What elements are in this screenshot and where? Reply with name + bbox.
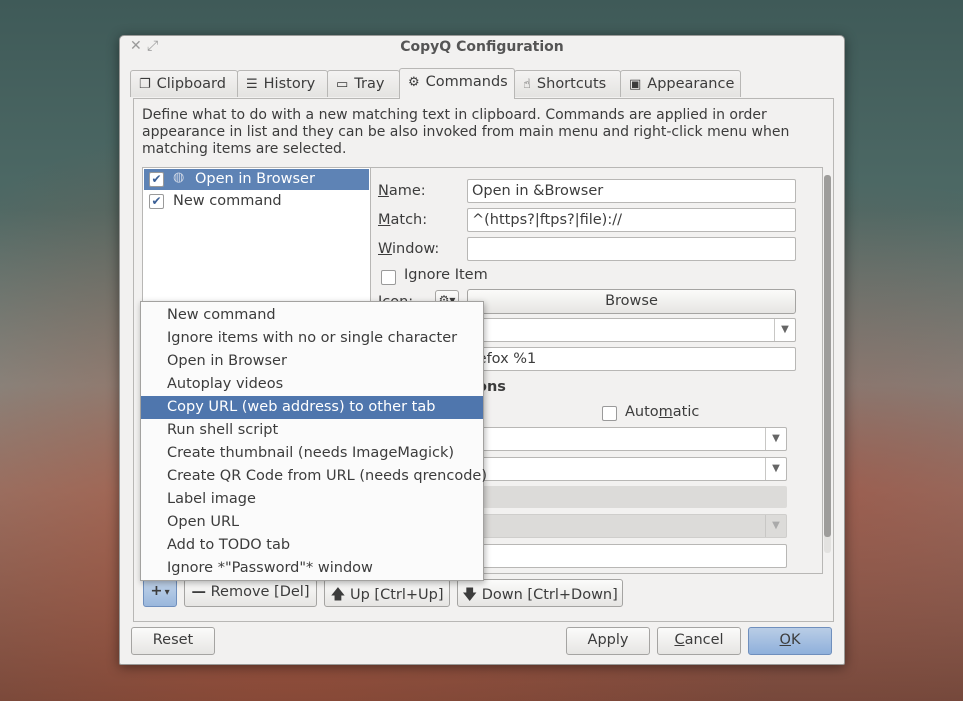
match-label: Match: [378,212,428,228]
move-up-button[interactable]: 🡅 Up [Ctrl+Up] [324,579,450,607]
chevron-down-icon: ▼ [774,319,795,341]
window-label: Window: [378,241,440,257]
shortcut-field[interactable] [467,544,787,568]
menu-item-ignore-password[interactable]: Ignore *"Password"* window [141,557,483,580]
chevron-down-icon: ▼ [765,458,786,480]
tab-appearance[interactable]: ▣ Appearance [620,70,741,97]
hand-pointer-icon: ☝ [523,77,531,92]
command-checkbox[interactable]: ✔ [149,194,164,209]
globe-icon: ◍ [173,170,185,185]
reset-button[interactable]: Reset [131,627,215,655]
clipboard-icon: ❐ [139,77,151,92]
tray-icon: ▭ [336,77,349,92]
tab-tray[interactable]: ▭ Tray [327,70,400,97]
commands-description: Define what to do with a new matching te… [142,107,790,157]
image-icon: ▣ [629,77,642,92]
command-checkbox[interactable]: ✔ [149,172,164,187]
automatic-checkbox[interactable] [602,406,617,421]
title-bar: ✕ ⤢ CopyQ Configuration [120,36,844,60]
automatic-label: Automatic [625,404,700,420]
minus-icon: — [191,584,207,600]
tab-clipboard[interactable]: ❐ Clipboard [130,70,238,97]
name-field[interactable]: Open in &Browser [467,179,796,203]
menu-item-ignore-short[interactable]: Ignore items with no or single character [141,327,483,350]
window-title: CopyQ Configuration [400,39,564,55]
apply-button[interactable]: Apply [566,627,650,655]
name-label: Name: [378,183,426,199]
tab-shortcuts[interactable]: ☝ Shortcuts [514,70,621,97]
arrow-up-icon: 🡅 [330,587,346,603]
browse-button[interactable]: Browse [467,289,796,314]
gears-icon: ⚙ [408,75,420,90]
menu-item-add-to-todo[interactable]: Add to TODO tab [141,534,483,557]
command-item-label: New command [173,193,282,209]
menu-item-label-image[interactable]: Label image [141,488,483,511]
command-item-new-command[interactable]: ✔ New command [144,191,369,212]
scrollbar-thumb[interactable] [824,175,831,537]
command-item-label: Open in Browser [195,171,315,187]
new-command-menu: New command Ignore items with no or sing… [140,301,487,581]
ignore-item-label: Ignore Item [404,267,488,283]
command-field[interactable]: refox %1 [467,347,796,371]
tab-history[interactable]: ☰ History [237,70,328,97]
menu-item-create-qr-code[interactable]: Create QR Code from URL (needs qrencode) [141,465,487,488]
output-select[interactable]: ▼ [467,427,787,451]
move-down-button[interactable]: 🡇 Down [Ctrl+Down] [457,579,623,607]
menu-item-copy-url[interactable]: Copy URL (web address) to other tab [141,396,483,419]
window-field[interactable] [467,237,796,261]
menu-item-open-url[interactable]: Open URL [141,511,483,534]
menu-item-create-thumbnail[interactable]: Create thumbnail (needs ImageMagick) [141,442,483,465]
chevron-down-icon: ▼ [765,428,786,450]
ignore-item-checkbox[interactable] [381,270,396,285]
chevron-down-icon: ▼ [765,515,786,537]
tab-commands[interactable]: ⚙ Commands [399,68,515,99]
menu-item-open-in-browser[interactable]: Open in Browser [141,350,483,373]
command-item-open-in-browser[interactable]: ✔ ◍ Open in Browser [144,169,369,190]
chevron-down-icon: ▾ [164,587,170,598]
match-field[interactable]: ^(https?|ftps?|file):// [467,208,796,232]
ok-button[interactable]: OK [748,627,832,655]
remove-command-button[interactable]: — Remove [Del] [184,579,317,607]
menu-item-autoplay-videos[interactable]: Autoplay videos [141,373,483,396]
command-type-select[interactable]: ▼ [467,318,796,342]
tab-bar: ❐ Clipboard ☰ History ▭ Tray ⚙ Commands ☝ Sho… [130,68,830,100]
disabled-tab-select: ▼ [467,514,787,538]
disabled-field [467,486,787,508]
list-icon: ☰ [246,77,258,92]
add-command-button[interactable]: + ▾ [143,579,177,607]
menu-item-run-shell-script[interactable]: Run shell script [141,419,483,442]
form-scrollbar[interactable] [824,175,831,553]
separator-select[interactable]: ▼ [467,457,787,481]
arrow-down-icon: 🡇 [462,587,478,603]
menu-item-new-command[interactable]: New command [141,304,483,327]
cancel-button[interactable]: Cancel [657,627,741,655]
